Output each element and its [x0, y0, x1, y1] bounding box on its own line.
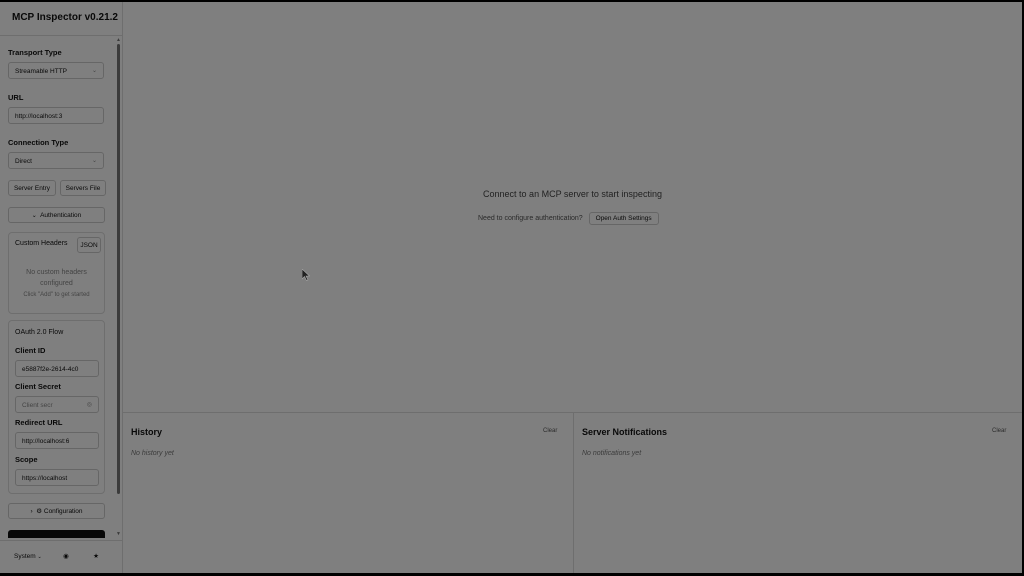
- scrollbar-thumb[interactable]: [117, 44, 120, 494]
- bug-icon[interactable]: ★: [88, 549, 104, 565]
- theme-select[interactable]: System ⌄: [8, 549, 48, 565]
- authentication-toggle-label: Authentication: [40, 212, 82, 219]
- app-title: MCP Inspector v0.21.2: [12, 12, 118, 23]
- sidebar-header: MCP Inspector v0.21.2: [0, 2, 122, 36]
- connection-type-select[interactable]: Direct ⌄: [8, 152, 104, 169]
- connection-type-label: Connection Type: [8, 138, 69, 147]
- main-top-area: Connect to an MCP server to start inspec…: [123, 2, 1022, 412]
- url-value: http://localhost:3: [15, 113, 63, 120]
- scroll-down-icon[interactable]: ▼: [116, 532, 121, 537]
- gear-icon: ⚙: [36, 508, 44, 515]
- authentication-toggle[interactable]: ⌄ Authentication: [8, 207, 105, 223]
- mouse-cursor-icon: [302, 269, 310, 281]
- sidebar-scroll-area[interactable]: Transport Type Streamable HTTP ⌄ URL htt…: [0, 36, 122, 540]
- scope-input[interactable]: https://localhost: [15, 469, 99, 486]
- open-auth-settings-button[interactable]: Open Auth Settings: [588, 212, 659, 225]
- client-id-input[interactable]: e5887f2e-2614-4c0: [15, 360, 99, 377]
- oauth-title: OAuth 2.0 Flow: [15, 329, 64, 336]
- client-id-label: Client ID: [15, 346, 46, 355]
- url-input[interactable]: http://localhost:3: [8, 107, 104, 124]
- chevron-down-icon: ⌄: [37, 554, 42, 560]
- auth-prompt-text: Need to configure authentication?: [478, 215, 583, 222]
- oauth-panel: OAuth 2.0 Flow Client ID e5887f2e-2614-4…: [8, 320, 105, 494]
- sidebar-scrollbar[interactable]: ▲ ▼: [116, 38, 121, 538]
- chevron-down-icon: ⌄: [91, 158, 97, 164]
- custom-headers-hint: Click "Add" to get started: [23, 292, 90, 298]
- transport-type-select[interactable]: Streamable HTTP ⌄: [8, 62, 104, 79]
- theme-select-value: System: [14, 553, 36, 560]
- sidebar-footer: System ⌄ ◉ ★: [0, 540, 122, 573]
- auth-prompt-row: Need to configure authentication? Open A…: [478, 212, 659, 225]
- url-label: URL: [8, 93, 24, 102]
- notifications-panel: Server Notifications Clear No notificati…: [574, 413, 1022, 573]
- connection-type-value: Direct: [15, 158, 32, 165]
- history-title: History: [131, 427, 163, 437]
- json-button[interactable]: JSON: [77, 237, 101, 253]
- notifications-title: Server Notifications: [582, 427, 668, 437]
- custom-headers-empty-line2: configured: [40, 280, 73, 287]
- github-icon[interactable]: ◉: [58, 549, 74, 565]
- main-content: Connect to an MCP server to start inspec…: [123, 2, 1022, 573]
- scroll-up-icon[interactable]: ▲: [116, 38, 121, 43]
- transport-type-value: Streamable HTTP: [15, 68, 68, 75]
- connect-prompt: Connect to an MCP server to start inspec…: [483, 189, 662, 199]
- history-clear-button[interactable]: Clear: [543, 428, 557, 434]
- client-secret-placeholder: Client secr: [22, 402, 53, 409]
- servers-file-button[interactable]: Servers File: [60, 180, 106, 196]
- transport-type-label: Transport Type: [8, 48, 62, 57]
- app-window: MCP Inspector v0.21.2 Transport Type Str…: [0, 2, 1022, 573]
- client-id-value: e5887f2e-2614-4c0: [22, 366, 79, 373]
- configuration-toggle-label: Configuration: [43, 508, 83, 515]
- chevron-down-icon: ⌄: [91, 68, 97, 74]
- custom-headers-panel: Custom Headers JSON No custom headers co…: [8, 232, 105, 314]
- eye-off-icon[interactable]: ◎: [87, 397, 92, 412]
- configuration-toggle[interactable]: › ⚙ Configuration: [8, 503, 105, 519]
- scope-value: https://localhost: [22, 475, 68, 482]
- redirect-url-input[interactable]: http://localhost:6: [15, 432, 99, 449]
- scope-label: Scope: [15, 455, 38, 464]
- main-bottom-panels: History Clear No history yet Server Noti…: [123, 412, 1022, 573]
- notifications-clear-button[interactable]: Clear: [992, 428, 1006, 434]
- chevron-down-icon: ⌄: [31, 213, 41, 219]
- history-panel: History Clear No history yet: [123, 413, 574, 573]
- history-empty-text: No history yet: [131, 450, 174, 457]
- sidebar: MCP Inspector v0.21.2 Transport Type Str…: [0, 2, 123, 573]
- notifications-empty-text: No notifications yet: [582, 450, 642, 457]
- server-entry-button[interactable]: Server Entry: [8, 180, 56, 196]
- custom-headers-label: Custom Headers: [15, 240, 68, 247]
- redirect-url-value: http://localhost:6: [22, 438, 70, 445]
- client-secret-label: Client Secret: [15, 382, 61, 391]
- redirect-url-label: Redirect URL: [15, 418, 63, 427]
- custom-headers-empty-line1: No custom headers: [26, 269, 87, 276]
- connect-button[interactable]: [8, 530, 105, 538]
- client-secret-input[interactable]: Client secr ◎: [15, 396, 99, 413]
